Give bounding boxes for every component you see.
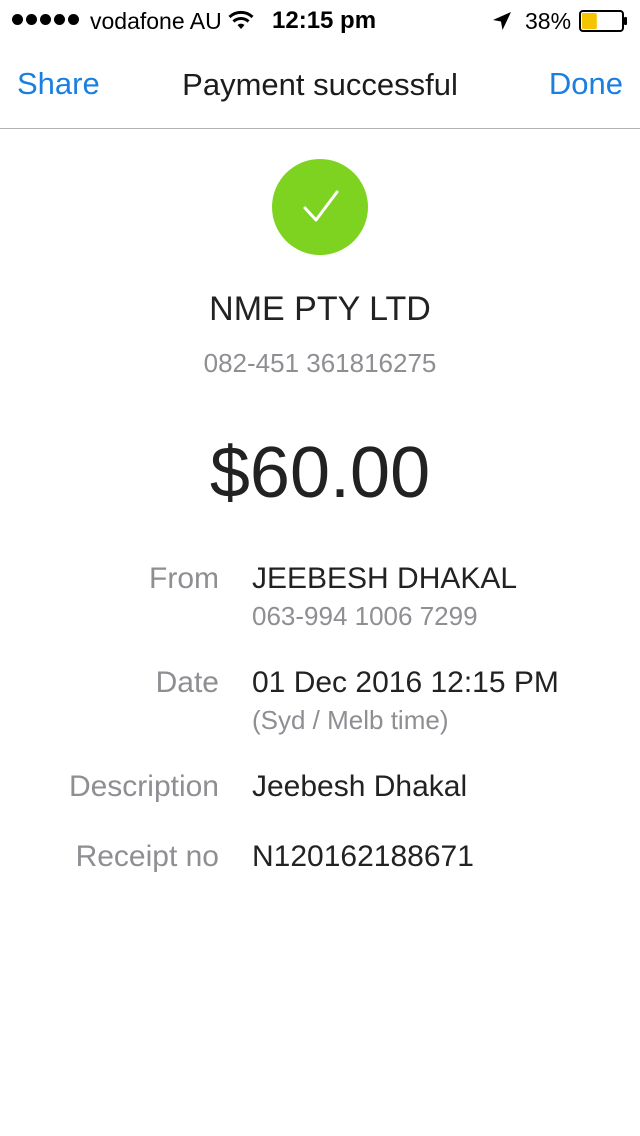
receipt-number: N120162188671 — [252, 840, 474, 873]
status-time: 12:15 pm — [272, 7, 377, 34]
success-checkmark-badge — [272, 159, 368, 255]
date-label: Date — [155, 666, 219, 699]
from-name: JEEBESH DHAKAL — [252, 562, 518, 595]
from-label: From — [149, 562, 219, 595]
battery-percent: 38% — [525, 8, 572, 34]
location-arrow-icon — [493, 12, 511, 30]
description-value: Jeebesh Dhakal — [252, 770, 468, 803]
carrier-name: vodafone AU — [90, 8, 222, 34]
date-timezone: (Syd / Melb time) — [252, 705, 449, 735]
wifi-icon — [228, 10, 254, 29]
from-account-number: 063-994 1006 7299 — [252, 601, 478, 631]
receipt-label: Receipt no — [75, 840, 219, 873]
battery-icon — [579, 10, 627, 32]
payment-amount: $60.00 — [209, 433, 431, 513]
description-label: Description — [68, 770, 219, 803]
navigation-bar: Share Payment successful Done — [0, 40, 640, 129]
payee-name: NME PTY LTD — [209, 290, 431, 328]
payee-account-number: 082-451 361816275 — [203, 348, 437, 378]
signal-dots-icon — [12, 14, 79, 25]
done-button[interactable]: Done — [549, 66, 623, 102]
page-title: Payment successful — [182, 67, 458, 102]
date-value: 01 Dec 2016 12:15 PM — [252, 666, 559, 699]
status-bar: vodafone AU 12:15 pm 38% — [0, 0, 640, 40]
checkmark-icon — [303, 190, 339, 222]
